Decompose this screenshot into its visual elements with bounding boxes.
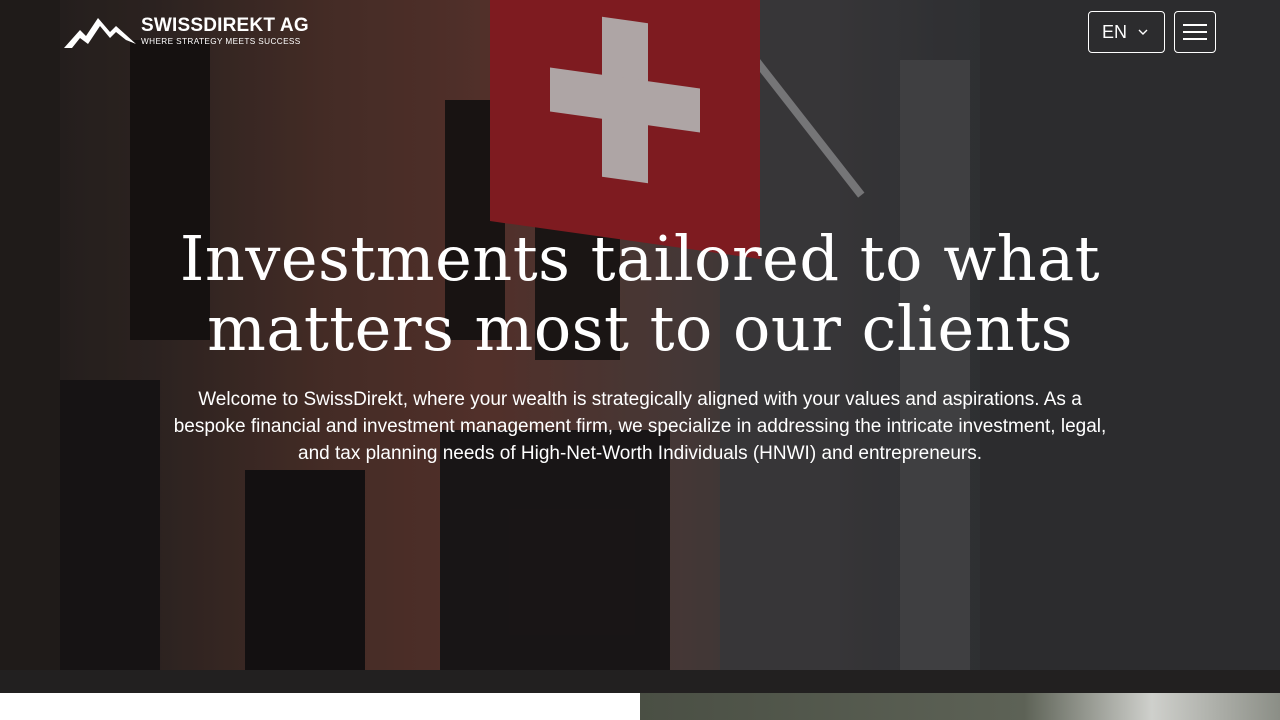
brand-tagline: WHERE STRATEGY MEETS SUCCESS	[141, 37, 301, 46]
language-selector[interactable]: EN	[1088, 11, 1165, 53]
hamburger-menu-icon	[1183, 24, 1207, 26]
menu-button[interactable]	[1174, 11, 1216, 53]
hero-section: SWISSDIREKT AG WHERE STRATEGY MEETS SUCC…	[0, 0, 1280, 693]
brand-logo[interactable]: SWISSDIREKT AG WHERE STRATEGY MEETS SUCC…	[64, 14, 309, 50]
chevron-down-icon	[1138, 29, 1148, 35]
next-section-image	[640, 693, 1280, 720]
hero-headline: Investments tailored to what matters mos…	[179, 222, 1101, 365]
brand-name: SWISSDIREKT AG	[141, 15, 309, 36]
hero-intro: Welcome to SwissDirekt, where your wealt…	[173, 389, 1107, 464]
language-label: EN	[1102, 21, 1128, 42]
next-section-left	[0, 693, 640, 720]
mountain-peaks-icon	[64, 18, 136, 48]
